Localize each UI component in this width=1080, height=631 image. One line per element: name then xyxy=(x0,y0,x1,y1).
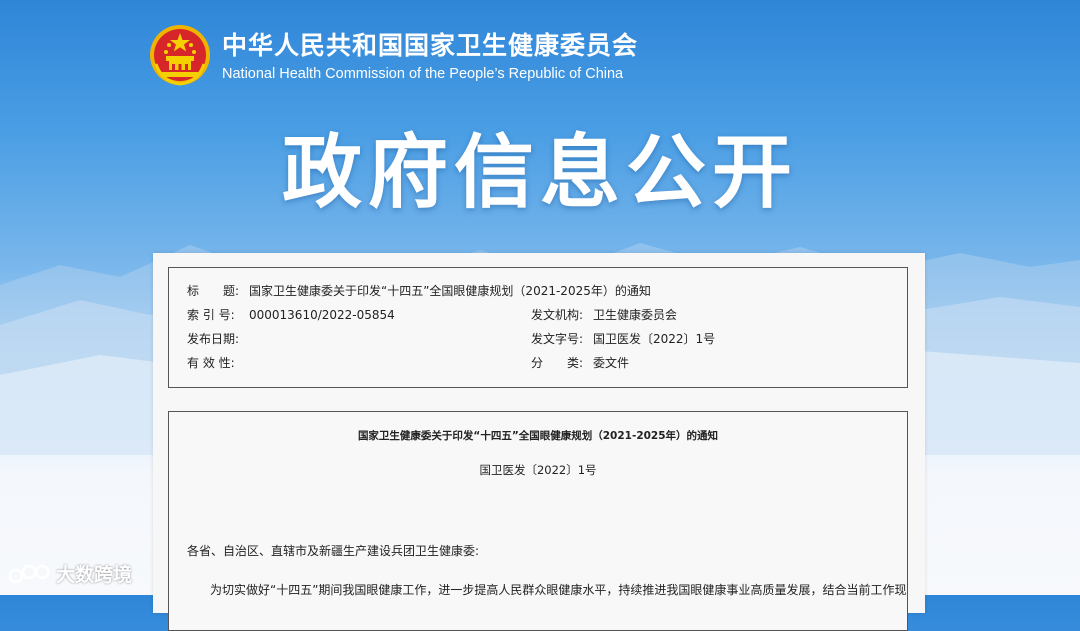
meta-title-value: 国家卫生健康委关于印发“十四五”全国眼健康规划（2021-2025年）的通知 xyxy=(249,284,651,298)
meta-validity-row: 有 效 性: xyxy=(187,354,249,371)
dashu-logo-icon xyxy=(8,564,50,583)
document-number: 国卫医发〔2022〕1号 xyxy=(479,463,597,477)
meta-docno-value: 国卫医发〔2022〕1号 xyxy=(593,332,716,346)
document-page: 标 题: 国家卫生健康委关于印发“十四五”全国眼健康规划（2021-2025年）的… xyxy=(153,253,925,631)
watermark-text: 大数跨境 xyxy=(56,564,133,586)
meta-issuer-label: 发文机构: xyxy=(531,308,584,322)
meta-index-row: 索 引 号: 000013610/2022-05854 xyxy=(187,306,395,323)
meta-issuer-row: 发文机构: 卫生健康委员会 xyxy=(531,306,677,323)
watermark: 大数跨境 xyxy=(8,560,132,587)
document-body-text: 为切实做好“十四五”期间我国眼健康工作，进一步提高人民群众眼健康水平，持续推进我… xyxy=(210,583,907,597)
site-header: 中华人民共和国国家卫生健康委员会 National Health Commiss… xyxy=(148,24,638,88)
meta-validity-label: 有 效 性: xyxy=(187,356,235,370)
meta-index-label: 索 引 号: xyxy=(187,308,235,322)
document-title: 国家卫生健康委关于印发“十四五”全国眼健康规划（2021-2025年）的通知 xyxy=(357,430,719,442)
meta-category-label: 分 类: xyxy=(531,356,584,370)
meta-date-row: 发布日期: xyxy=(187,330,249,347)
meta-title-row: 标 题: 国家卫生健康委关于印发“十四五”全国眼健康规划（2021-2025年）的… xyxy=(187,282,651,299)
meta-docno-row: 发文字号: 国卫医发〔2022〕1号 xyxy=(531,330,715,347)
commission-name-en: National Health Commission of the People… xyxy=(222,65,624,82)
national-emblem-icon xyxy=(150,25,210,86)
metadata-table: 标 题: 国家卫生健康委关于印发“十四五”全国眼健康规划（2021-2025年）的… xyxy=(168,267,908,388)
meta-category-row: 分 类: 委文件 xyxy=(531,354,629,371)
document-body-box: 国家卫生健康委关于印发“十四五”全国眼健康规划（2021-2025年）的通知 国… xyxy=(168,411,908,631)
meta-date-label: 发布日期: xyxy=(187,332,240,346)
banner-title: 政府信息公开 xyxy=(282,126,798,219)
document-addressee: 各省、自治区、直辖市及新疆生产建设兵团卫生健康委: xyxy=(187,544,480,558)
meta-issuer-value: 卫生健康委员会 xyxy=(593,308,678,322)
commission-name-cn: 中华人民共和国国家卫生健康委员会 xyxy=(222,30,639,60)
meta-index-value: 000013610/2022-05854 xyxy=(249,308,395,322)
meta-category-value: 委文件 xyxy=(593,356,630,370)
meta-docno-label: 发文字号: xyxy=(531,332,584,346)
meta-title-label: 标 题: xyxy=(187,284,240,298)
